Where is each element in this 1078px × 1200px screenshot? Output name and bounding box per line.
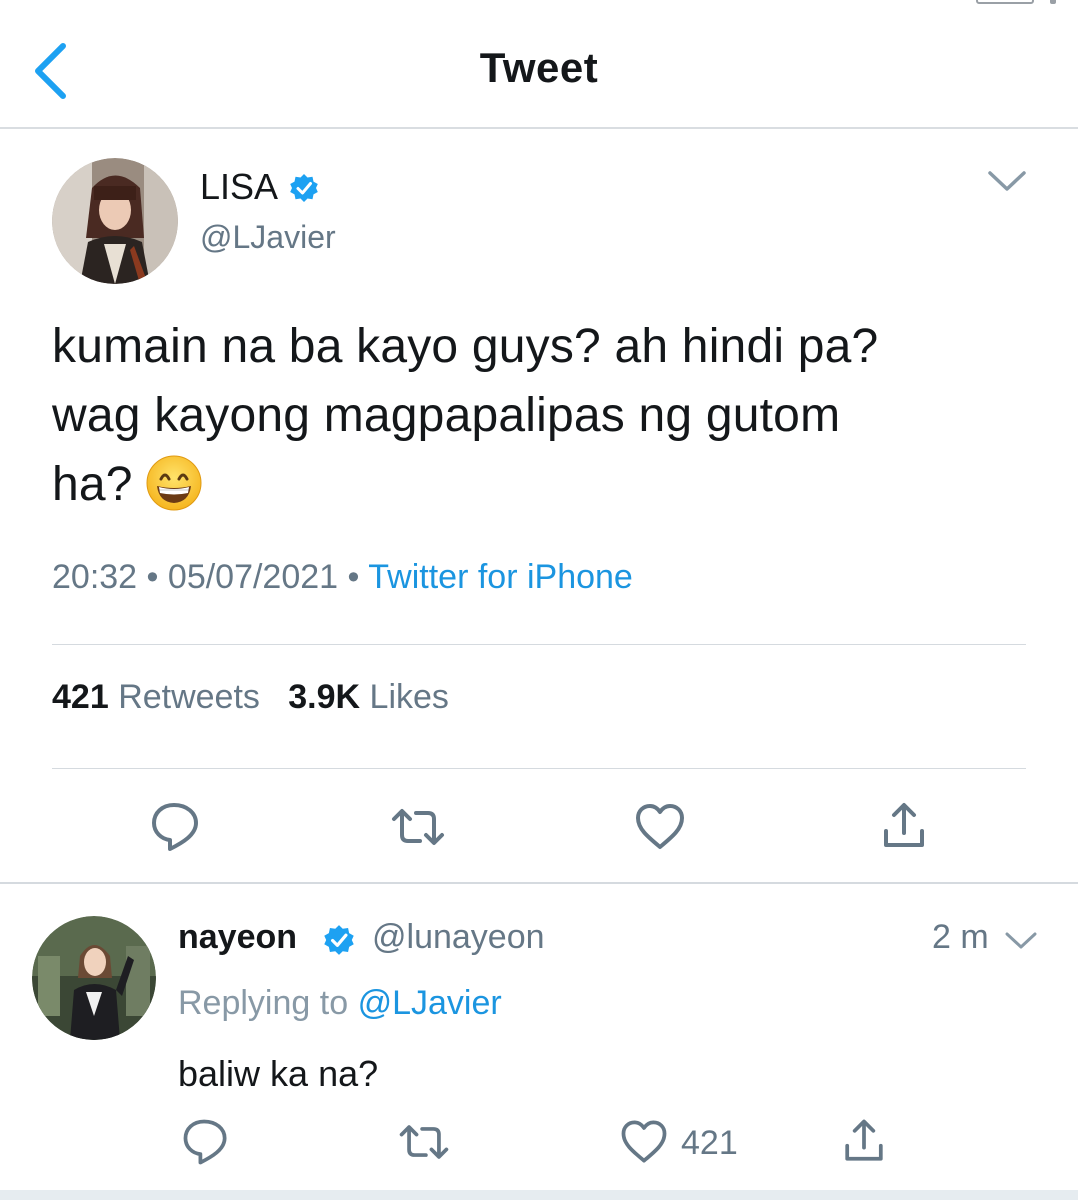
more-options-chevron-icon[interactable] [986,168,1028,194]
tweet-text-line: kumain na ba kayo guys? ah hindi pa? [52,320,879,373]
verified-badge-icon [290,174,318,202]
retweet-icon[interactable] [388,797,448,857]
reply-author-handle[interactable]: @lunayeon [372,918,545,957]
reply-author-avatar[interactable] [32,916,156,1040]
replying-to-label: Replying to [178,984,349,1022]
reply-timestamp: 2 m [932,918,989,956]
tweet-meta: 20:32 • 05/07/2021 • Twitter for iPhone [52,558,633,597]
reply-icon[interactable] [146,797,206,857]
tweet-text-line-with-emoji: ha? [52,450,1012,519]
heart-icon[interactable] [630,797,690,857]
author-name[interactable]: LISA [200,166,278,208]
meta-divider [52,644,1026,645]
bottom-divider [0,1190,1078,1200]
status-bar-fragment [976,0,1034,4]
header-divider [0,127,1078,129]
tweet-text-line: wag kayong magpapalipas ng gutom [52,389,841,442]
reply-author-name[interactable]: nayeon [178,918,297,957]
tweet-stats: 421 Retweets 3.9K Likes [52,678,449,717]
retweets-label: Retweets [118,678,260,716]
reply-more-options-chevron-icon[interactable] [1004,930,1038,952]
meta-separator: • [347,558,360,596]
likes-label: Likes [369,678,449,716]
grinning-face-emoji-icon [146,455,202,511]
page-title: Tweet [479,44,599,91]
status-bar-dot [1050,0,1056,4]
replying-to-mention[interactable]: @LJavier [358,984,502,1022]
meta-separator: • [146,558,159,596]
reply-like-count: 421 [681,1124,738,1162]
reply-text: baliw ka na? [178,1053,379,1094]
author-handle[interactable]: @LJavier [200,219,336,256]
reply-icon[interactable] [178,1114,234,1170]
likes-stat[interactable]: 3.9K Likes [288,678,449,716]
heart-icon[interactable] [616,1114,672,1170]
tweet-source-link[interactable]: Twitter for iPhone [368,558,633,596]
tweet-text-line: ha? [52,458,133,511]
tweet-time: 20:32 [52,558,138,596]
retweet-icon[interactable] [396,1114,452,1170]
tweet-date: 05/07/2021 [167,558,339,596]
retweet-count: 421 [52,678,109,716]
stats-divider [52,768,1026,769]
tweet-text: kumain na ba kayo guys? ah hindi pa? wag… [52,312,1012,519]
tweet-reply-divider [0,882,1078,884]
author-avatar[interactable] [52,158,178,284]
verified-badge-icon [324,925,354,955]
replying-to: Replying to @LJavier [178,984,502,1023]
like-count: 3.9K [288,678,361,716]
share-icon[interactable] [874,797,934,857]
retweets-stat[interactable]: 421 Retweets [52,678,260,716]
share-icon[interactable] [836,1114,892,1170]
